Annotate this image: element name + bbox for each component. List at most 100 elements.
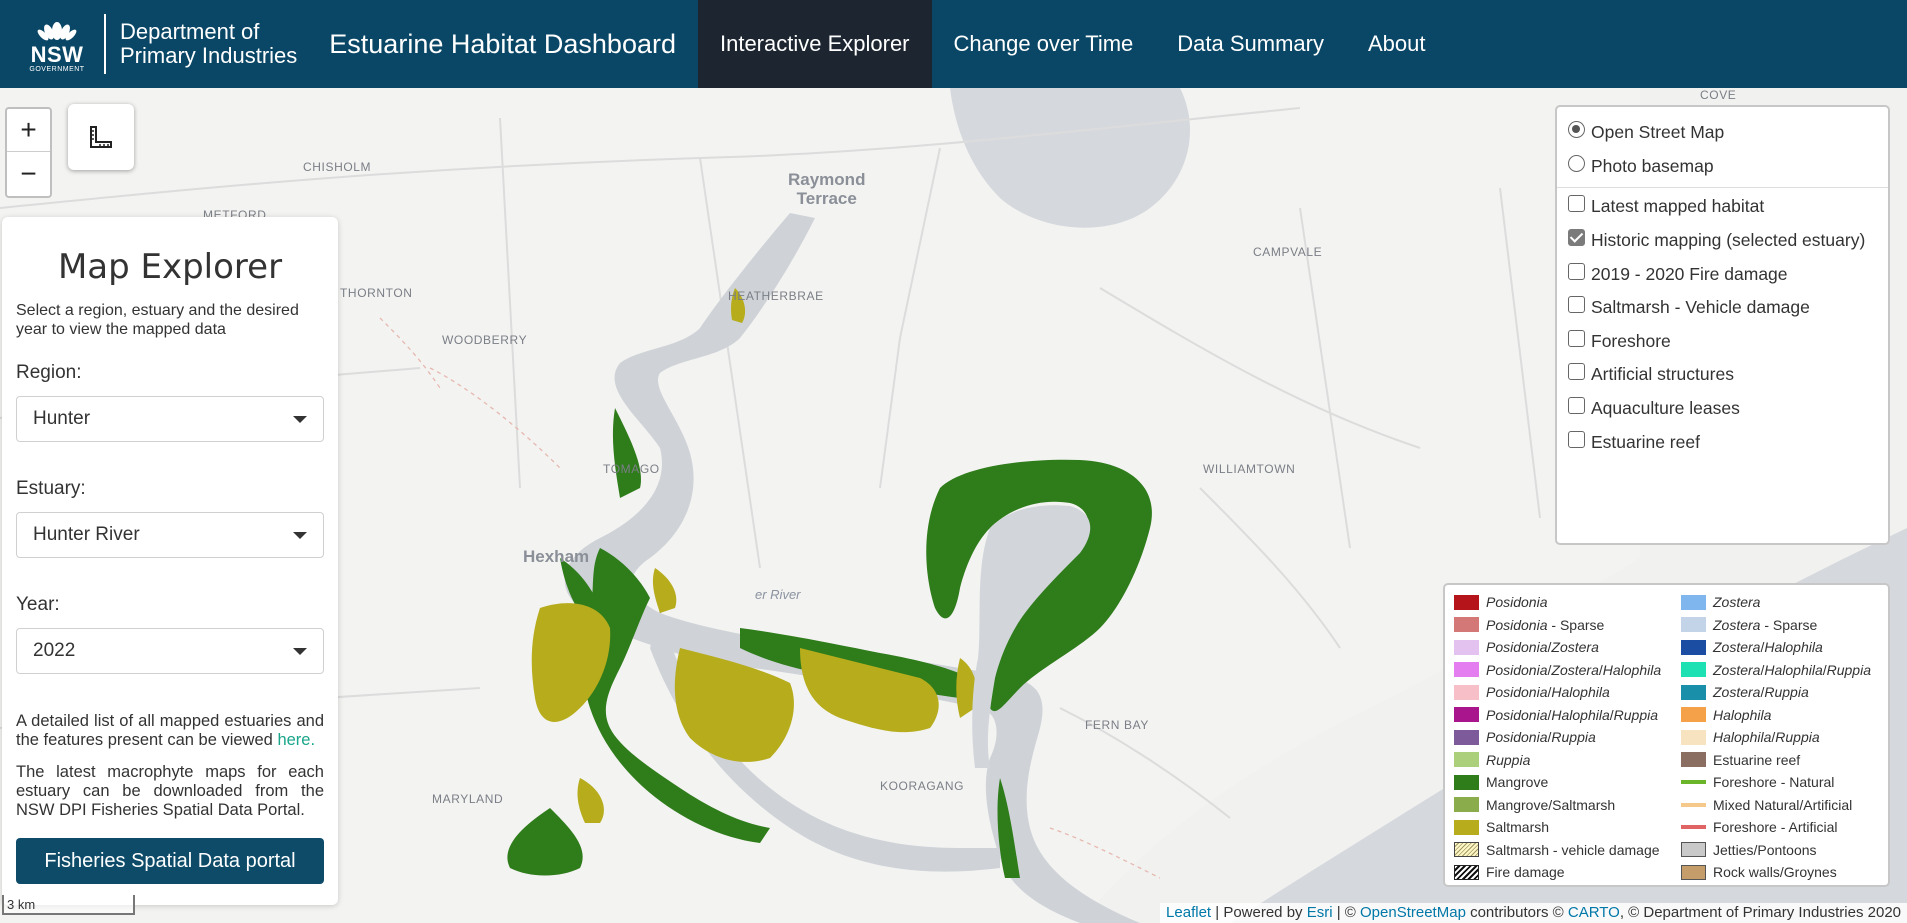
legend-label: Zostera bbox=[1713, 594, 1761, 611]
checkbox[interactable] bbox=[1568, 329, 1585, 347]
overlay-estuarine-reef[interactable]: Estuarine reef bbox=[1557, 425, 1888, 459]
panel-intro: Select a region, estuary and the desired… bbox=[16, 302, 299, 338]
legend-swatch bbox=[1454, 729, 1479, 745]
basemap-open-street-map[interactable]: Open Street Map bbox=[1557, 116, 1888, 150]
zoom-in-button[interactable]: + bbox=[7, 109, 50, 152]
measure-button[interactable] bbox=[68, 104, 134, 170]
label-raymond-terrace-1: Raymond bbox=[788, 170, 866, 189]
zoom-out-button[interactable]: − bbox=[7, 152, 50, 195]
osm-link[interactable]: OpenStreetMap bbox=[1360, 904, 1466, 921]
label-hexham: Hexham bbox=[523, 547, 590, 566]
attribution-sep: | Powered by bbox=[1211, 904, 1307, 921]
legend-label: Posidonia/Ruppia bbox=[1486, 729, 1596, 746]
overlay-fire-damage[interactable]: 2019 - 2020 Fire damage bbox=[1557, 257, 1888, 291]
radio-button[interactable] bbox=[1568, 154, 1585, 172]
region-select[interactable]: Hunter bbox=[16, 396, 324, 442]
legend-item: Zostera - Sparse bbox=[1681, 614, 1871, 637]
checkbox[interactable] bbox=[1568, 397, 1585, 415]
legend-column-2: Zostera Zostera - Sparse Zostera/Halophila… bbox=[1681, 591, 1871, 885]
estuary-list-link[interactable]: here. bbox=[277, 731, 315, 749]
legend-swatch bbox=[1681, 864, 1706, 880]
label-thornton: THORNTON bbox=[340, 286, 413, 300]
chevron-down-icon bbox=[293, 531, 307, 539]
layer-control: Open Street Map Photo basemap Latest map… bbox=[1555, 105, 1890, 545]
legend-label: Halophila bbox=[1713, 706, 1772, 723]
department-line-1: Department of bbox=[120, 19, 260, 44]
department-name: Department of Primary Industries bbox=[120, 20, 297, 68]
legend-swatch bbox=[1681, 594, 1706, 610]
legend-item: Posidonia/Halophila bbox=[1454, 681, 1681, 704]
overlay-historic-mapping[interactable]: Historic mapping (selected estuary) bbox=[1557, 224, 1888, 258]
label-woodberry: WOODBERRY bbox=[442, 333, 528, 347]
legend-item: Mixed Natural/Artificial bbox=[1681, 794, 1871, 817]
nav-interactive-explorer[interactable]: Interactive Explorer bbox=[697, 0, 932, 88]
nav-about[interactable]: About bbox=[1346, 0, 1448, 88]
legend-label: Posidonia/Zostera/Halophila bbox=[1486, 661, 1662, 678]
estuary-select[interactable]: Hunter River bbox=[16, 512, 324, 558]
top-navbar: NSW GOVERNMENT Department of Primary Ind… bbox=[0, 0, 1907, 88]
legend-swatch bbox=[1454, 684, 1479, 700]
legend-swatch bbox=[1681, 752, 1706, 768]
nav-change-over-time[interactable]: Change over Time bbox=[932, 0, 1156, 88]
legend-item: Fire damage bbox=[1454, 861, 1681, 884]
legend-swatch bbox=[1454, 819, 1479, 835]
logo-sub: GOVERNMENT bbox=[29, 65, 85, 73]
legend-label: Posidonia - Sparse bbox=[1486, 616, 1605, 633]
fisheries-portal-button[interactable]: Fisheries Spatial Data portal bbox=[16, 838, 324, 884]
checkbox[interactable] bbox=[1568, 229, 1585, 247]
legend-label: Posidonia/Zostera bbox=[1486, 639, 1599, 656]
overlay-label: Foreshore bbox=[1591, 330, 1671, 351]
checkbox[interactable] bbox=[1568, 296, 1585, 314]
legend-swatch bbox=[1681, 780, 1706, 785]
leaflet-link[interactable]: Leaflet bbox=[1166, 904, 1211, 921]
legend-label: Foreshore - Natural bbox=[1713, 774, 1835, 791]
checkbox[interactable] bbox=[1568, 430, 1585, 448]
legend-item: Mangrove/Saltmarsh bbox=[1454, 794, 1681, 817]
legend-swatch bbox=[1681, 825, 1706, 830]
legend-swatch bbox=[1454, 707, 1479, 723]
overlay-foreshore[interactable]: Foreshore bbox=[1557, 325, 1888, 359]
overlay-vehicle-damage[interactable]: Saltmarsh - Vehicle damage bbox=[1557, 291, 1888, 325]
checkbox[interactable] bbox=[1568, 363, 1585, 381]
overlay-latest-mapped-habitat[interactable]: Latest mapped habitat bbox=[1557, 190, 1888, 224]
legend-item: Zostera/Halophila bbox=[1681, 636, 1871, 659]
app-title: Estuarine Habitat Dashboard bbox=[329, 28, 676, 59]
legend-swatch bbox=[1454, 864, 1479, 880]
legend-item: Rock walls/Groynes bbox=[1681, 861, 1871, 884]
checkbox[interactable] bbox=[1568, 262, 1585, 280]
overlay-label: 2019 - 2020 Fire damage bbox=[1591, 263, 1788, 284]
legend-label: Estuarine reef bbox=[1713, 751, 1801, 768]
legend-label: Posidonia/Halophila bbox=[1486, 684, 1610, 701]
label-kooragang: KOORAGANG bbox=[880, 779, 965, 793]
legend-label: Mangrove bbox=[1486, 774, 1549, 791]
year-select[interactable]: 2022 bbox=[16, 628, 324, 674]
basemap-photo[interactable]: Photo basemap bbox=[1557, 150, 1888, 184]
legend-item: Foreshore - Artificial bbox=[1681, 816, 1871, 839]
map-legend: Posidonia Posidonia - Sparse Posidonia/Zos… bbox=[1443, 583, 1890, 887]
legend-item: Zostera/Ruppia bbox=[1681, 681, 1871, 704]
checkbox[interactable] bbox=[1568, 195, 1585, 213]
overlay-artificial-structures[interactable]: Artificial structures bbox=[1557, 358, 1888, 392]
legend-label: Mangrove/Saltmarsh bbox=[1486, 796, 1616, 813]
legend-item: Ruppia bbox=[1454, 749, 1681, 772]
main-nav: Interactive Explorer Change over Time Da… bbox=[697, 0, 1448, 88]
app: NSW GOVERNMENT Department of Primary Ind… bbox=[0, 0, 1907, 923]
label-fern-bay: FERN BAY bbox=[1085, 718, 1149, 732]
radio-button[interactable] bbox=[1568, 121, 1585, 139]
legend-swatch bbox=[1454, 617, 1479, 633]
legend-label: Saltmarsh - vehicle damage bbox=[1486, 841, 1660, 858]
legend-label: Zostera/Ruppia bbox=[1713, 684, 1809, 701]
map-attribution: Leaflet | Powered by Esri | © OpenStreet… bbox=[1160, 903, 1907, 923]
estuary-list-text: A detailed list of all mapped estuaries … bbox=[16, 712, 324, 750]
legend-swatch bbox=[1681, 662, 1706, 678]
esri-link[interactable]: Esri bbox=[1307, 904, 1333, 921]
department-line-2: Primary Industries bbox=[120, 43, 298, 68]
overlay-aquaculture-leases[interactable]: Aquaculture leases bbox=[1557, 392, 1888, 426]
nav-data-summary[interactable]: Data Summary bbox=[1155, 0, 1346, 88]
panel-title: Map Explorer bbox=[57, 247, 283, 287]
region-value: Hunter bbox=[33, 408, 91, 429]
brand[interactable]: NSW GOVERNMENT Department of Primary Ind… bbox=[0, 0, 297, 88]
legend-label: Posidonia/Halophila/Ruppia bbox=[1486, 706, 1659, 723]
carto-link[interactable]: CARTO bbox=[1568, 904, 1620, 921]
attribution-sep: | © bbox=[1332, 904, 1361, 921]
